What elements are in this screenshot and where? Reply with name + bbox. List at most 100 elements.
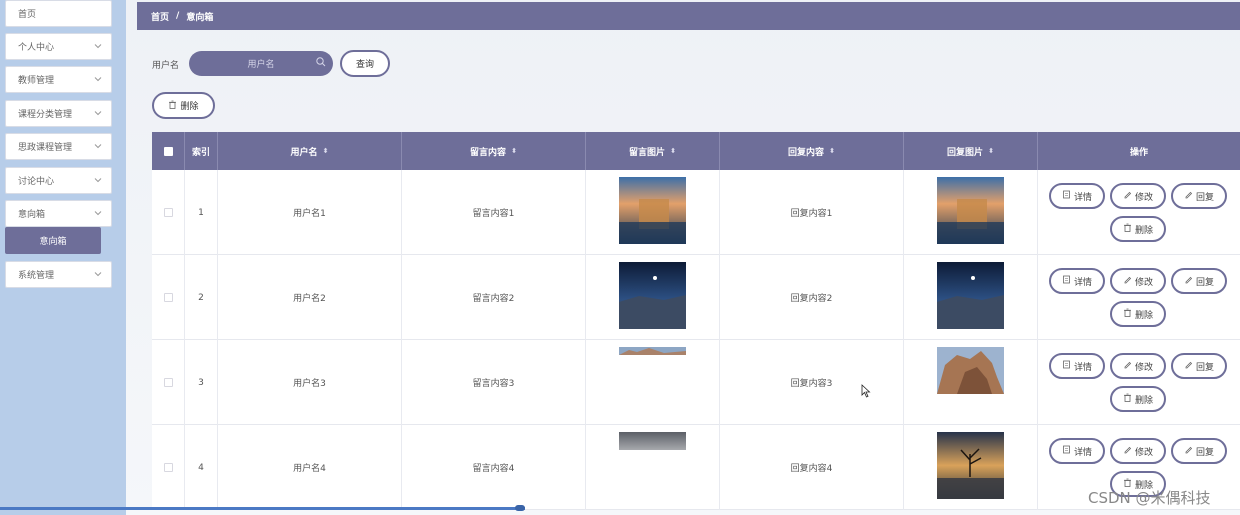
cell-username: 用户名4 xyxy=(218,425,402,510)
reply-label: 回复 xyxy=(1195,277,1214,288)
sidebar-item-teacher-management[interactable]: 教师管理 xyxy=(5,66,112,93)
message-image-thumbnail[interactable] xyxy=(619,432,686,450)
edit-button[interactable]: 修改 xyxy=(1110,438,1166,464)
cell-reply-image xyxy=(904,170,1038,255)
cell-index: 2 xyxy=(185,255,218,340)
column-header-label: 留言图片 xyxy=(629,147,666,158)
edit-label: 修改 xyxy=(1134,277,1153,288)
row-actions: 详情 修改 回复 删除 xyxy=(1049,268,1229,328)
edit-button[interactable]: 修改 xyxy=(1110,183,1166,209)
mouse-cursor-icon xyxy=(861,384,871,398)
header-select-all[interactable] xyxy=(152,132,185,170)
column-header-reply[interactable]: 回复内容 ⬍ xyxy=(720,132,904,170)
column-header-label: 索引 xyxy=(191,147,210,158)
edit-button[interactable]: 修改 xyxy=(1110,268,1166,294)
sidebar-item-label: 系统管理 xyxy=(18,271,55,281)
sidebar-item-course-category[interactable]: 课程分类管理 xyxy=(5,100,112,127)
delete-button[interactable]: 删除 xyxy=(1110,386,1166,412)
delete-label: 删除 xyxy=(1134,310,1153,321)
column-header-label: 用户名 xyxy=(290,147,318,158)
message-image-thumbnail[interactable] xyxy=(619,347,686,355)
cell-username: 用户名2 xyxy=(218,255,402,340)
detail-button[interactable]: 详情 xyxy=(1049,183,1105,209)
search-input[interactable]: 用户名 xyxy=(189,51,333,76)
detail-button[interactable]: 详情 xyxy=(1049,353,1105,379)
batch-delete-label: 删除 xyxy=(180,102,199,112)
trash-icon xyxy=(1123,308,1132,320)
cell-actions: 详情 修改 回复 删除 xyxy=(1038,255,1240,340)
reply-button[interactable]: 回复 xyxy=(1171,183,1227,209)
delete-label: 删除 xyxy=(1134,225,1153,236)
reply-image-thumbnail[interactable] xyxy=(937,177,1004,244)
sidebar-item-label: 思政课程管理 xyxy=(18,143,73,153)
reply-button[interactable]: 回复 xyxy=(1171,353,1227,379)
sidebar-item-discussion-center[interactable]: 讨论中心 xyxy=(5,167,112,194)
sort-icon[interactable]: ⬍ xyxy=(829,147,835,155)
breadcrumb: 首页 / 意向箱 xyxy=(137,2,1240,30)
row-checkbox[interactable] xyxy=(163,463,173,472)
cell-actions: 详情 修改 回复 删除 xyxy=(1038,340,1240,425)
delete-button[interactable]: 删除 xyxy=(1110,301,1166,327)
cell-message: 留言内容2 xyxy=(402,255,586,340)
sort-icon[interactable]: ⬍ xyxy=(323,147,329,155)
sort-icon[interactable]: ⬍ xyxy=(511,147,517,155)
sidebar-item-system-management[interactable]: 系统管理 xyxy=(5,261,112,288)
sidebar-item-personal-center[interactable]: 个人中心 xyxy=(5,33,112,60)
sort-icon[interactable]: ⬍ xyxy=(670,147,676,155)
cell-actions: 详情 修改 回复 删除 xyxy=(1038,170,1240,255)
row-checkbox[interactable] xyxy=(163,293,173,302)
select-all-checkbox[interactable] xyxy=(163,146,173,156)
cell-reply-image xyxy=(904,340,1038,425)
reply-image-thumbnail[interactable] xyxy=(937,262,1004,329)
column-header-message-image[interactable]: 留言图片 ⬍ xyxy=(586,132,720,170)
table-row: 4 用户名4 留言内容4 回复内容4 详情 修改 回复 删除 xyxy=(152,425,1240,510)
breadcrumb-home[interactable]: 首页 xyxy=(151,10,169,23)
reply-image-thumbnail[interactable] xyxy=(937,432,1004,499)
sidebar: 首页 个人中心 教师管理 课程分类管理 思政课程管理 讨论中心 意向箱 意向箱 … xyxy=(0,0,126,515)
batch-delete-button[interactable]: 删除 xyxy=(152,92,215,119)
detail-label: 详情 xyxy=(1073,447,1092,458)
row-actions: 详情 修改 回复 删除 xyxy=(1049,183,1229,243)
reply-image-thumbnail[interactable] xyxy=(937,347,1004,394)
reply-button[interactable]: 回复 xyxy=(1171,268,1227,294)
horizontal-scrollbar[interactable] xyxy=(0,507,525,510)
delete-button[interactable]: 删除 xyxy=(1110,216,1166,242)
sidebar-item-home[interactable]: 首页 xyxy=(5,0,112,27)
cell-username: 用户名1 xyxy=(218,170,402,255)
sidebar-subitem-suggestion-box[interactable]: 意向箱 xyxy=(5,227,101,254)
cell-username: 用户名3 xyxy=(218,340,402,425)
cell-message-image xyxy=(586,340,720,425)
row-select-cell xyxy=(152,340,185,425)
reply-button[interactable]: 回复 xyxy=(1171,438,1227,464)
row-checkbox[interactable] xyxy=(163,378,173,387)
column-header-username[interactable]: 用户名 ⬍ xyxy=(218,132,402,170)
cell-message: 留言内容3 xyxy=(402,340,586,425)
pencil-icon xyxy=(1184,360,1193,372)
column-header-message[interactable]: 留言内容 ⬍ xyxy=(402,132,586,170)
message-image-thumbnail[interactable] xyxy=(619,177,686,244)
scrollbar-thumb[interactable] xyxy=(515,505,525,511)
sidebar-item-ideology-course[interactable]: 思政课程管理 xyxy=(5,133,112,160)
document-icon xyxy=(1062,275,1071,287)
detail-button[interactable]: 详情 xyxy=(1049,438,1105,464)
edit-button[interactable]: 修改 xyxy=(1110,353,1166,379)
sidebar-item-suggestion-box[interactable]: 意向箱 xyxy=(5,200,112,227)
cell-reply: 回复内容3 xyxy=(720,340,904,425)
sidebar-item-label: 课程分类管理 xyxy=(18,110,73,120)
sort-icon[interactable]: ⬍ xyxy=(988,147,994,155)
search-label: 用户名 xyxy=(152,61,180,71)
detail-button[interactable]: 详情 xyxy=(1049,268,1105,294)
query-button[interactable]: 查询 xyxy=(340,50,390,77)
column-header-label: 留言内容 xyxy=(470,147,507,158)
pencil-icon xyxy=(1184,275,1193,287)
data-table: 索引 用户名 ⬍ 留言内容 ⬍ 留言图片 ⬍ 回复内容 ⬍ 回复图片 ⬍ 操作 … xyxy=(152,132,1240,515)
pencil-icon xyxy=(1184,445,1193,457)
column-header-reply-image[interactable]: 回复图片 ⬍ xyxy=(904,132,1038,170)
row-checkbox[interactable] xyxy=(163,208,173,217)
cell-message: 留言内容1 xyxy=(402,170,586,255)
query-button-label: 查询 xyxy=(355,60,374,70)
sidebar-item-label: 首页 xyxy=(18,10,37,20)
detail-label: 详情 xyxy=(1073,277,1092,288)
message-image-thumbnail[interactable] xyxy=(619,262,686,329)
detail-label: 详情 xyxy=(1073,362,1092,373)
